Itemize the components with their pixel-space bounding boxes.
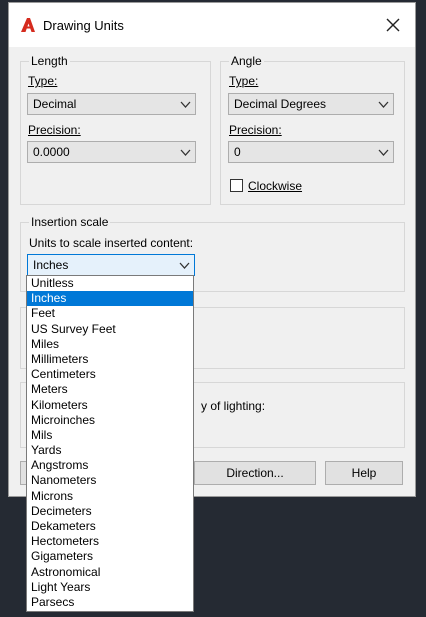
unit-option[interactable]: Millimeters xyxy=(27,352,193,367)
angle-precision-label: Precision: xyxy=(229,123,282,137)
unit-option[interactable]: Feet xyxy=(27,306,193,321)
unit-option[interactable]: Angstroms xyxy=(27,458,193,473)
insertion-units-value: Inches xyxy=(33,258,69,272)
unit-option[interactable]: Light Years xyxy=(27,580,193,595)
clockwise-label: Clockwise xyxy=(248,179,303,193)
length-group-label: Length xyxy=(29,54,70,68)
unit-option[interactable]: Decimeters xyxy=(27,504,193,519)
close-button[interactable] xyxy=(371,3,415,47)
unit-option[interactable]: Parsecs xyxy=(27,595,193,610)
direction-button[interactable]: Direction... xyxy=(194,461,316,485)
angle-precision-value: 0 xyxy=(234,145,241,159)
insertion-scale-group-label: Insertion scale xyxy=(29,215,111,229)
units-to-scale-label: Units to scale inserted content: xyxy=(29,236,194,250)
insertion-units-dropdown-list[interactable]: Unitless Inches Feet US Survey Feet Miles Mil… xyxy=(26,275,194,612)
chevron-down-icon xyxy=(378,101,389,108)
help-button[interactable]: Help xyxy=(325,461,403,485)
unit-option[interactable]: US Survey Feet xyxy=(27,322,193,337)
unit-option[interactable]: Centimeters xyxy=(27,367,193,382)
length-type-value: Decimal xyxy=(33,97,77,111)
unit-option[interactable]: Nanometers xyxy=(27,473,193,488)
direction-button-label: Direction... xyxy=(226,466,284,480)
close-icon xyxy=(386,18,400,32)
insertion-units-combo[interactable]: Inches xyxy=(27,254,195,276)
chevron-down-icon xyxy=(179,262,190,269)
unit-option[interactable]: Microinches xyxy=(27,413,193,428)
angle-type-value: Decimal Degrees xyxy=(234,97,327,111)
length-precision-combo[interactable]: 0.0000 xyxy=(27,141,196,163)
chevron-down-icon xyxy=(180,149,191,156)
unit-option[interactable]: Astronomical xyxy=(27,565,193,580)
length-precision-label: Precision: xyxy=(28,123,81,137)
angle-type-combo[interactable]: Decimal Degrees xyxy=(228,93,394,115)
unit-option[interactable]: Meters xyxy=(27,382,193,397)
length-type-combo[interactable]: Decimal xyxy=(27,93,196,115)
title-bar: Drawing Units xyxy=(9,3,415,47)
unit-option[interactable]: Miles xyxy=(27,337,193,352)
length-type-label: Type: xyxy=(28,74,58,88)
chevron-down-icon xyxy=(378,149,389,156)
window-title: Drawing Units xyxy=(43,18,124,33)
angle-group-label: Angle xyxy=(229,54,264,68)
unit-option[interactable]: Dekameters xyxy=(27,519,193,534)
angle-type-label: Type: xyxy=(229,74,259,88)
unit-option[interactable]: Microns xyxy=(27,489,193,504)
unit-option[interactable]: Hectometers xyxy=(27,534,193,549)
clockwise-checkbox[interactable] xyxy=(230,179,243,192)
length-precision-value: 0.0000 xyxy=(33,145,70,159)
chevron-down-icon xyxy=(180,101,191,108)
unit-option[interactable]: Kilometers xyxy=(27,398,193,413)
unit-option[interactable]: Mils xyxy=(27,428,193,443)
unit-option[interactable]: Inches xyxy=(27,291,193,307)
unit-option[interactable]: Gigameters xyxy=(27,549,193,564)
autocad-logo-icon xyxy=(21,18,35,32)
unit-option[interactable]: Unitless xyxy=(27,276,193,291)
lighting-units-label: y of lighting: xyxy=(201,399,266,413)
angle-precision-combo[interactable]: 0 xyxy=(228,141,394,163)
help-button-label: Help xyxy=(351,466,377,480)
unit-option[interactable]: Yards xyxy=(27,443,193,458)
